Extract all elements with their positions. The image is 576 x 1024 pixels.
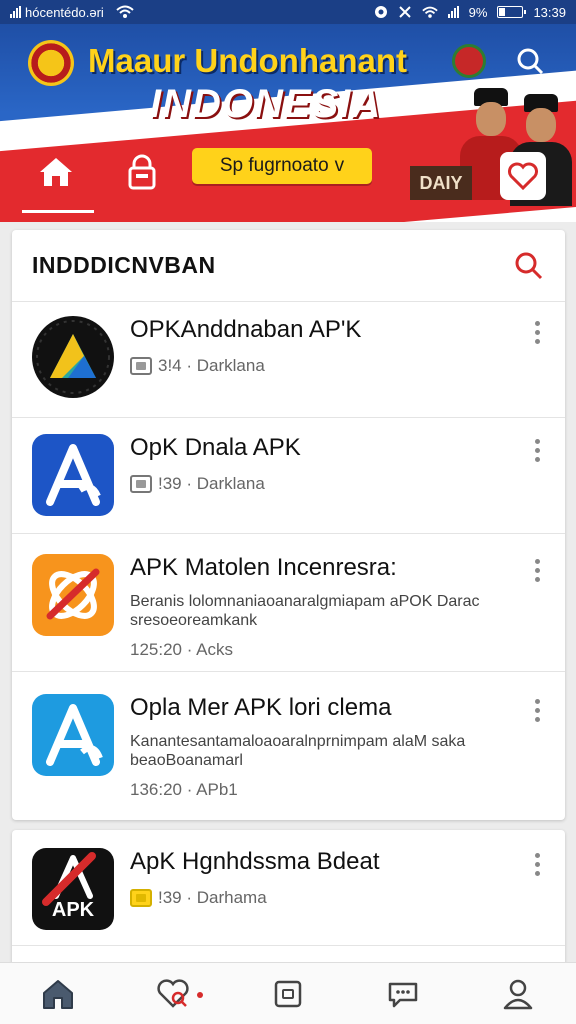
file-icon <box>130 357 152 375</box>
app-title: ApK Hgnhdssma Bdeat <box>130 848 380 875</box>
more-options-icon[interactable] <box>527 850 547 878</box>
search-icon[interactable] <box>513 250 545 282</box>
app-meta: !39 · Darhama <box>158 888 267 907</box>
app-logo <box>46 704 103 766</box>
app-title: OPKAnddnaban AP'K <box>130 316 362 343</box>
bottom-navigation <box>0 962 576 1024</box>
list-item[interactable]: OPKAnddnaban AP'K 3!4 · Darklana <box>12 302 565 418</box>
apk-store-blue-icon <box>32 434 114 516</box>
apk-orange-x-icon <box>32 554 114 636</box>
chevron-down-icon: v <box>334 155 345 176</box>
list-item[interactable]: APK ApK Hgnhdssma Bdeat !39 · Darhama <box>12 830 565 946</box>
saved-icon <box>274 980 302 1007</box>
nav-home[interactable] <box>38 974 78 1014</box>
app-logo <box>46 568 100 620</box>
wifi-icon <box>421 6 438 18</box>
garuda-emblem-icon <box>28 40 74 86</box>
notification-dot <box>196 991 203 998</box>
app-meta: 3!4 · Darklana <box>158 356 265 375</box>
header-banner: Maaur Undonhanant INDONESIA Sp fugrnoato… <box>0 24 576 222</box>
mute-icon <box>398 6 411 18</box>
more-options-icon[interactable] <box>527 556 547 584</box>
app-icon-label: APK <box>51 899 95 921</box>
nav-profile[interactable] <box>498 974 538 1014</box>
app-title: OpK Dnala APK <box>130 434 301 461</box>
list-header: INDDDICNVBAN <box>12 230 565 302</box>
status-bar: hócentédo.əri 9% 13:39 <box>0 0 576 24</box>
location-icon <box>374 6 387 18</box>
list-item[interactable]: Opla Mer APK lori clema Kanantesantamalo… <box>12 672 565 820</box>
app-meta: !39 · Darklana <box>158 474 265 493</box>
app-logo <box>36 320 110 394</box>
file-icon <box>130 475 152 493</box>
heart-badge[interactable] <box>500 152 546 200</box>
dropdown-label: Sp fugrnoato <box>219 155 329 176</box>
nav-saved[interactable] <box>268 974 308 1014</box>
battery-percent: 9% <box>468 4 488 20</box>
app-list-card: APK ApK Hgnhdssma Bdeat !39 · Darhama <box>12 830 565 966</box>
list-item[interactable]: APK Matolen Incenresra: Beranis lolomnan… <box>12 534 565 672</box>
list-item[interactable]: OpK Dnala APK !39 · Darklana <box>12 418 565 534</box>
wifi-icon <box>116 5 134 18</box>
home-icon <box>42 979 73 1009</box>
app-description: Beranis lolomnaniaoanaralgmiapam aPOK Da… <box>130 593 480 629</box>
nav-chat[interactable] <box>383 974 423 1014</box>
app-time: 136:20 · APb1 <box>130 780 238 799</box>
apk-black-red-icon: APK <box>32 848 114 930</box>
favorites-icon <box>157 978 189 1008</box>
more-options-icon[interactable] <box>527 696 547 724</box>
list-title: INDDDICNVBAN <box>32 252 216 278</box>
apk-store-lightblue-icon <box>32 694 114 776</box>
active-tab-indicator <box>22 210 94 213</box>
seal-icon <box>452 44 486 78</box>
signal-icon <box>447 6 459 18</box>
banner-board: DAIY <box>410 166 472 200</box>
banner-subtitle: INDONESIA <box>150 82 382 126</box>
app-time: 125:20 · Acks <box>130 640 234 659</box>
file-icon <box>130 889 152 907</box>
lock-icon[interactable] <box>126 154 158 190</box>
app-title: APK Matolen Incenresra: <box>130 554 397 581</box>
apk-triangle-dark-icon <box>32 316 114 398</box>
chat-icon <box>388 982 418 1007</box>
region-dropdown[interactable]: Sp fugrnoato v <box>192 148 372 184</box>
clock: 13:39 <box>533 4 566 20</box>
app-title: Opla Mer APK lori clema <box>130 694 392 721</box>
heart-icon <box>508 162 538 190</box>
app-description: Kanantesantamaloaoaralnprnimpam alaM sak… <box>130 733 466 769</box>
app-list-card: INDDDICNVBAN OPKAnddnaban AP'K 3!4 · Dar… <box>12 230 565 820</box>
nav-favorites[interactable] <box>153 974 203 1014</box>
carrier-label: hócentédo.əri <box>25 4 104 20</box>
more-options-icon[interactable] <box>527 436 547 464</box>
app-logo <box>46 444 101 506</box>
banner-title: Maaur Undonhanant <box>88 42 407 79</box>
home-icon[interactable] <box>36 152 76 192</box>
battery-icon <box>497 6 527 18</box>
more-options-icon[interactable] <box>527 318 547 346</box>
signal-icon <box>10 6 21 18</box>
profile-icon <box>504 979 533 1009</box>
search-icon[interactable] <box>515 46 545 76</box>
